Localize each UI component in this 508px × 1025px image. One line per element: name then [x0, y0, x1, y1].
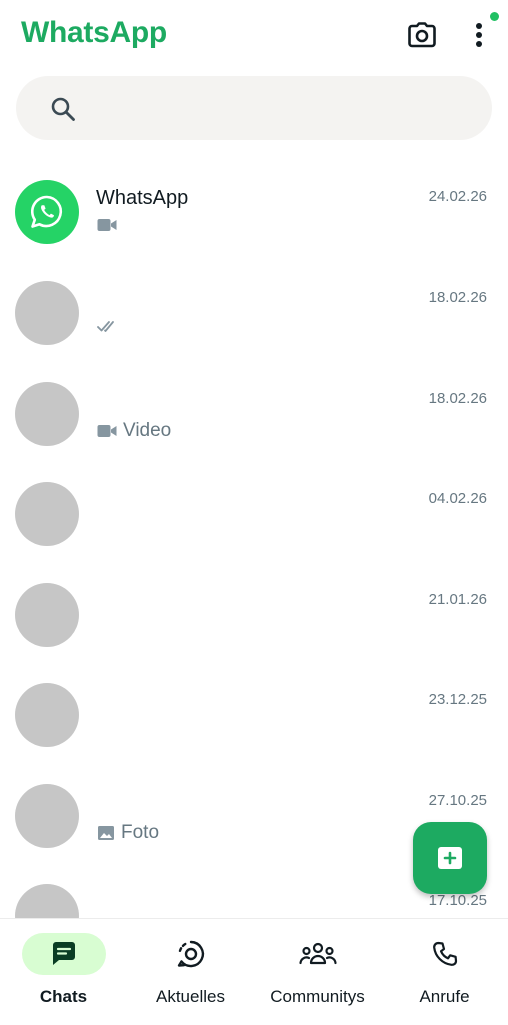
app-header: WhatsApp	[0, 0, 508, 72]
video-icon	[97, 425, 117, 437]
avatar[interactable]	[15, 180, 79, 244]
search-icon	[51, 97, 75, 121]
bottom-navigation: Chats Aktuelles Communitys Anrufe	[0, 918, 508, 1025]
chat-item[interactable]: 21.01.26	[0, 563, 508, 663]
nav-label: Anrufe	[419, 987, 470, 1006]
chat-item[interactable]: 23.12.25	[0, 663, 508, 763]
search-bar[interactable]	[16, 76, 492, 140]
camera-button[interactable]	[405, 18, 439, 52]
search-input[interactable]	[98, 90, 482, 128]
nav-pill[interactable]	[149, 933, 233, 975]
chat-preview: Foto	[97, 822, 159, 844]
chat-time: 18.02.26	[428, 289, 487, 306]
chat-time: 18.02.26	[428, 390, 487, 407]
nav-item-anrufe[interactable]: Anrufe	[381, 919, 508, 1025]
double-check-icon	[97, 321, 114, 332]
chat-time: 23.12.25	[428, 691, 487, 708]
chat-item[interactable]: 04.02.26	[0, 462, 508, 562]
chat-time: 24.02.26	[428, 188, 487, 205]
status-updates-icon	[177, 940, 204, 968]
nav-pill[interactable]	[403, 933, 487, 975]
nav-item-chats[interactable]: Chats	[0, 919, 127, 1025]
nav-label: Chats	[39, 987, 88, 1006]
video-icon	[97, 219, 117, 231]
avatar[interactable]	[15, 281, 79, 345]
chat-item[interactable]: 18.02.26 Video	[0, 362, 508, 462]
chat-item[interactable]: WhatsApp 24.02.26	[0, 160, 508, 260]
chat-preview-text: Video	[123, 420, 172, 441]
chat-preview-text: Foto	[121, 822, 160, 843]
avatar[interactable]	[15, 683, 79, 747]
nav-item-communitys[interactable]: Communitys	[254, 919, 381, 1025]
new-chat-button[interactable]	[413, 822, 487, 894]
phone-icon	[432, 941, 457, 966]
chat-preview	[97, 218, 123, 232]
notification-dot	[490, 12, 499, 21]
chat-time: 21.01.26	[428, 591, 487, 608]
chat-preview: Video	[97, 420, 171, 442]
more-options-button[interactable]	[462, 18, 496, 52]
avatar[interactable]	[15, 382, 79, 446]
communities-icon	[298, 942, 337, 965]
nav-label: Aktuelles	[156, 987, 225, 1006]
avatar[interactable]	[15, 583, 79, 647]
nav-item-aktuelles[interactable]: Aktuelles	[127, 919, 254, 1025]
nav-label: Communitys	[270, 987, 365, 1006]
nav-pill[interactable]	[276, 933, 360, 975]
nav-pill-active[interactable]	[21, 933, 106, 975]
chat-name: WhatsApp	[96, 187, 189, 209]
chats-icon	[52, 942, 75, 965]
chat-preview	[97, 319, 125, 333]
new-chat-icon	[438, 847, 462, 869]
more-vert-icon	[476, 23, 482, 47]
chat-item[interactable]: 18.02.26	[0, 261, 508, 361]
chat-time: 17.10.25	[428, 892, 487, 909]
chat-time: 04.02.26	[428, 490, 487, 507]
app-title: WhatsApp	[21, 16, 167, 49]
chat-time: 27.10.25	[428, 792, 487, 809]
avatar[interactable]	[15, 482, 79, 546]
image-icon	[98, 826, 114, 840]
avatar[interactable]	[15, 784, 79, 848]
whatsapp-logo-icon	[30, 195, 63, 228]
camera-icon	[408, 22, 436, 48]
